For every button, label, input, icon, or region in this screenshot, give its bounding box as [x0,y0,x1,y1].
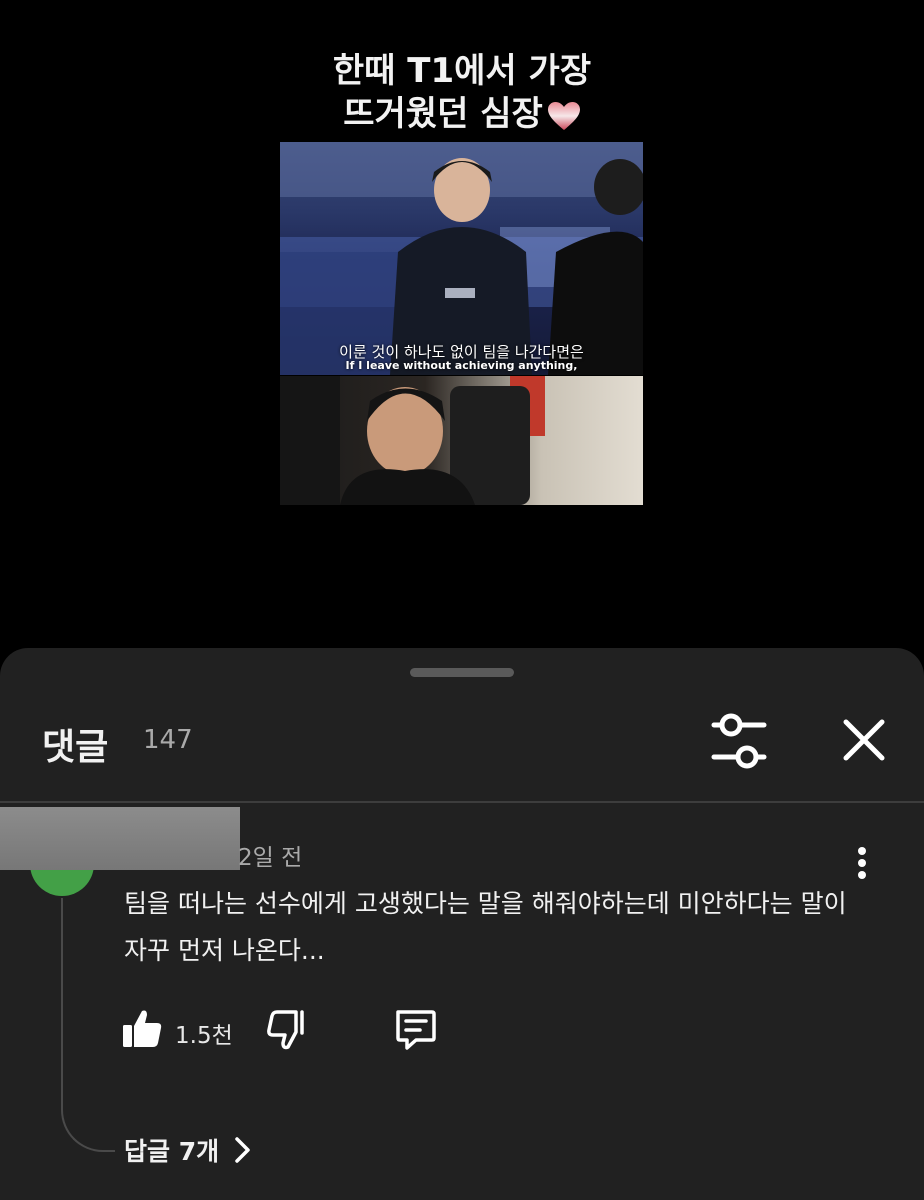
more-vert-icon [858,847,866,879]
video-title-line1: 한때 T1에서 가장 [332,51,592,91]
comment-timestamp: 2일 전 [238,845,303,871]
video-title-line2-text: 뜨거웠던 심장 [343,94,543,134]
like-count: 1.5천 [175,1023,233,1049]
redacted-username [0,807,240,870]
header-divider [0,801,924,803]
comments-count: 147 [143,725,193,755]
replies-label: 답글 7개 [124,1137,220,1166]
thumb-up-icon [123,1010,162,1047]
reply-button[interactable] [392,1006,438,1052]
comments-title: 댓글 [42,727,109,768]
sliders-icon [711,713,767,769]
view-replies-link[interactable]: 답글 7개 [124,1132,253,1168]
video-title-line2: 뜨거웠던 심장 [0,93,924,135]
subtitle-english: If I leave without achieving anything, [345,359,578,372]
dislike-button[interactable] [266,1008,310,1052]
comment-more-button[interactable] [846,844,878,884]
comment-icon [396,1010,436,1050]
like-button[interactable] [120,1006,164,1050]
reply-thread-line [61,898,115,1152]
chevron-right-icon [235,1137,250,1163]
close-button[interactable] [836,710,892,770]
video-player[interactable]: 한때 T1에서 가장 뜨거웠던 심장 이룬 것이 하나도 없이 팀을 나간다면은… [0,0,924,648]
drag-handle[interactable] [410,668,514,677]
heart-icon [547,101,581,131]
video-frame-interview [280,376,643,505]
sort-filter-button[interactable] [706,710,772,772]
comments-sheet: 댓글 147 2일 전 팀을 떠나는 선수에게 고생했다는 말을 해줘야하는데 … [0,648,924,1200]
comment-text: 팀을 떠나는 선수에게 고생했다는 말을 해줘야하는데 미안하다는 말이 자꾸 … [124,889,847,965]
close-icon [843,719,885,761]
thumb-down-icon [267,1010,304,1050]
